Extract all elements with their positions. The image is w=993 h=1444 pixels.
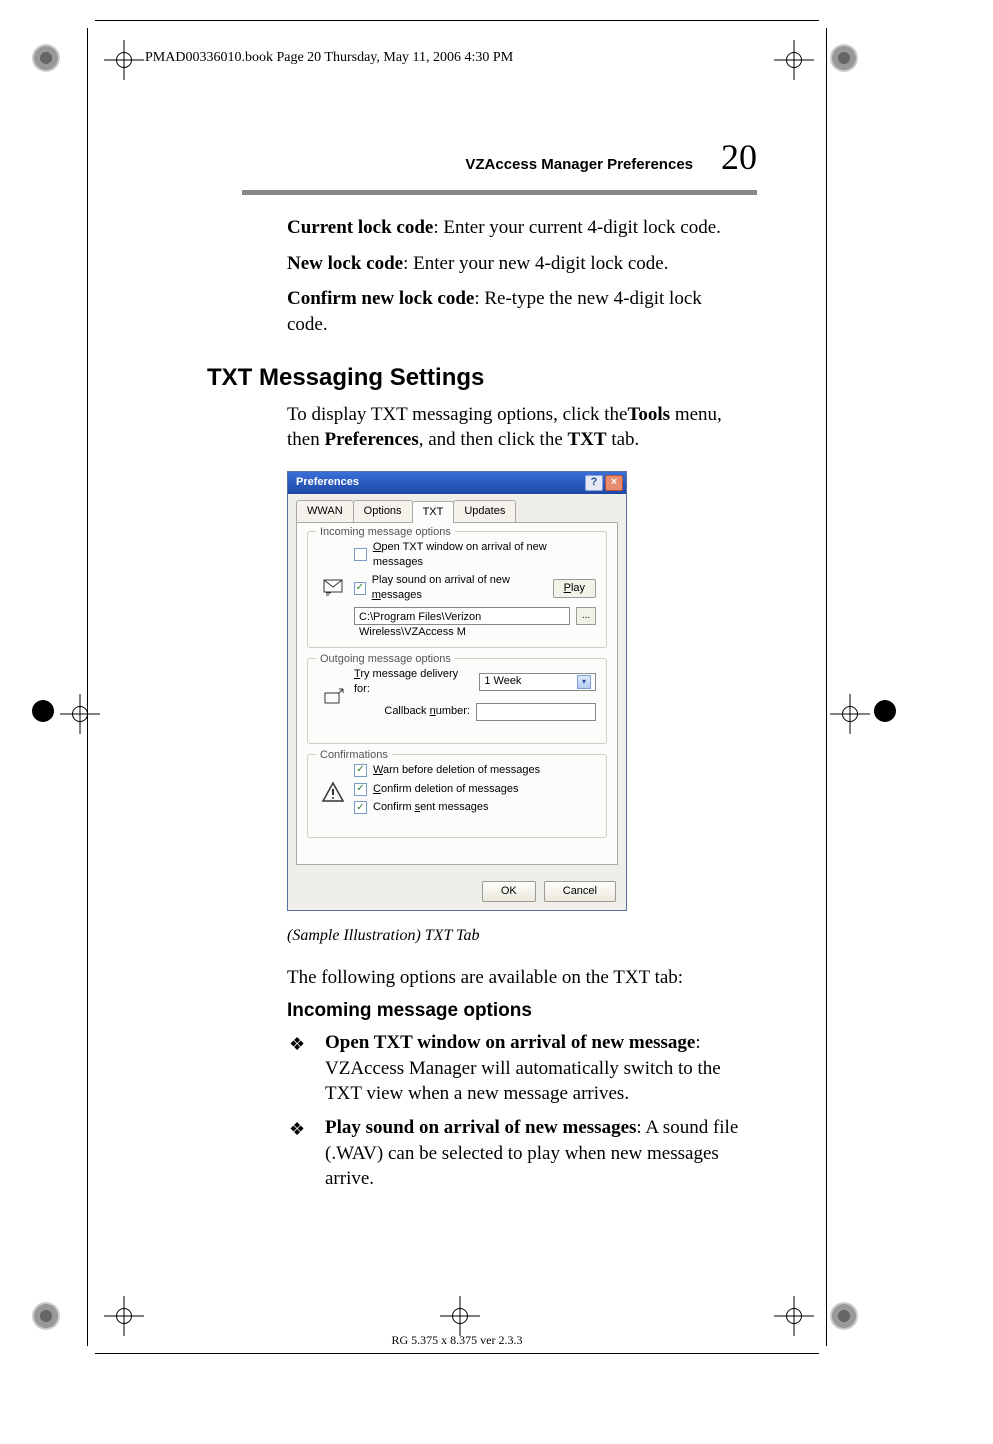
tab-wwan[interactable]: WWAN (296, 500, 354, 522)
confirmations-legend: Confirmations (316, 748, 392, 763)
registration-mark (874, 700, 896, 722)
current-lock-code-para: Current lock code: Enter your current 4-… (287, 215, 747, 241)
list-item: ❖ Play sound on arrival of new messages:… (287, 1115, 747, 1192)
new-lock-code-para: New lock code: Enter your new 4-digit lo… (287, 251, 747, 277)
page-number: 20 (721, 136, 757, 178)
diamond-bullet-icon: ❖ (289, 1032, 305, 1056)
incoming-fieldset: Incoming message options Open TXT window… (307, 531, 607, 648)
diamond-bullet-icon: ❖ (289, 1117, 305, 1141)
footer-version: RG 5.375 x 8.375 ver 2.3.3 (87, 1333, 827, 1348)
tab-updates[interactable]: Updates (453, 500, 516, 522)
callback-number-label: Callback number: (384, 704, 470, 719)
tab-options[interactable]: Options (353, 500, 413, 522)
ok-button[interactable]: OK (482, 881, 536, 902)
header-rule (242, 190, 757, 195)
open-txt-window-label: Open TXT window on arrival of new messag… (373, 540, 596, 570)
warning-icon (318, 778, 348, 806)
warn-delete-checkbox[interactable]: ✓ (354, 764, 367, 777)
warn-delete-label: Warn before deletion of messages (373, 763, 540, 778)
registration-mark (32, 700, 54, 722)
after-caption-text: The following options are available on t… (287, 965, 747, 991)
help-button[interactable]: ? (585, 475, 603, 491)
registration-mark (830, 1302, 858, 1330)
confirm-sent-label: Confirm sent messages (373, 800, 489, 815)
dialog-titlebar: Preferences ? × (288, 472, 626, 494)
confirm-delete-checkbox[interactable]: ✓ (354, 783, 367, 796)
callback-number-field[interactable] (476, 703, 596, 721)
outgoing-legend: Outgoing message options (316, 652, 455, 667)
confirm-lock-code-para: Confirm new lock code: Re-type the new 4… (287, 286, 747, 337)
play-sound-label: Play sound on arrival of new messages (372, 573, 541, 603)
registration-mark (32, 1302, 60, 1330)
dialog-button-row: OK Cancel (288, 873, 626, 910)
preferences-dialog: Preferences ? × WWAN Options TXT Updates… (287, 471, 627, 911)
option-list: ❖ Open TXT window on arrival of new mess… (287, 1030, 747, 1192)
registration-mark (830, 44, 858, 72)
outgoing-fieldset: Outgoing message options Try message del… (307, 658, 607, 744)
running-head: VZAccess Manager Preferences 20 (87, 136, 827, 178)
confirmations-fieldset: Confirmations ✓ Warn before deletion of … (307, 754, 607, 839)
play-sound-checkbox[interactable]: ✓ (354, 582, 366, 595)
confirm-delete-label: Confirm deletion of messages (373, 782, 519, 797)
cancel-button[interactable]: Cancel (544, 881, 616, 902)
confirm-sent-checkbox[interactable]: ✓ (354, 801, 367, 814)
sound-path-field[interactable]: C:\Program Files\Verizon Wireless\VZAcce… (354, 607, 570, 625)
close-button[interactable]: × (605, 475, 623, 491)
incoming-message-icon (318, 571, 348, 599)
play-button[interactable]: Play (553, 579, 596, 598)
registration-cross (830, 694, 870, 734)
chevron-down-icon: ▾ (577, 675, 591, 689)
book-meta-header: PMAD00336010.book Page 20 Thursday, May … (87, 50, 827, 66)
incoming-legend: Incoming message options (316, 525, 455, 540)
section-heading: TXT Messaging Settings (207, 364, 827, 392)
registration-mark (32, 44, 60, 72)
list-item: ❖ Open TXT window on arrival of new mess… (287, 1030, 747, 1107)
intro-paragraph: To display TXT messaging options, click … (287, 402, 747, 453)
tab-panel: Incoming message options Open TXT window… (296, 522, 618, 866)
page-content: PMAD00336010.book Page 20 Thursday, May … (87, 20, 827, 1354)
tab-txt[interactable]: TXT (412, 501, 455, 523)
try-delivery-label: Try message delivery for: (354, 667, 473, 697)
incoming-options-subheading: Incoming message options (287, 998, 747, 1024)
try-delivery-combo[interactable]: 1 Week▾ (479, 673, 596, 691)
outgoing-message-icon (318, 683, 348, 711)
figure-caption: (Sample Illustration) TXT Tab (287, 925, 747, 947)
section-title: VZAccess Manager Preferences (465, 156, 693, 173)
browse-button[interactable]: ... (576, 607, 596, 625)
dialog-title: Preferences (296, 475, 359, 490)
tab-strip: WWAN Options TXT Updates (288, 494, 626, 522)
open-txt-window-checkbox[interactable] (354, 548, 367, 561)
